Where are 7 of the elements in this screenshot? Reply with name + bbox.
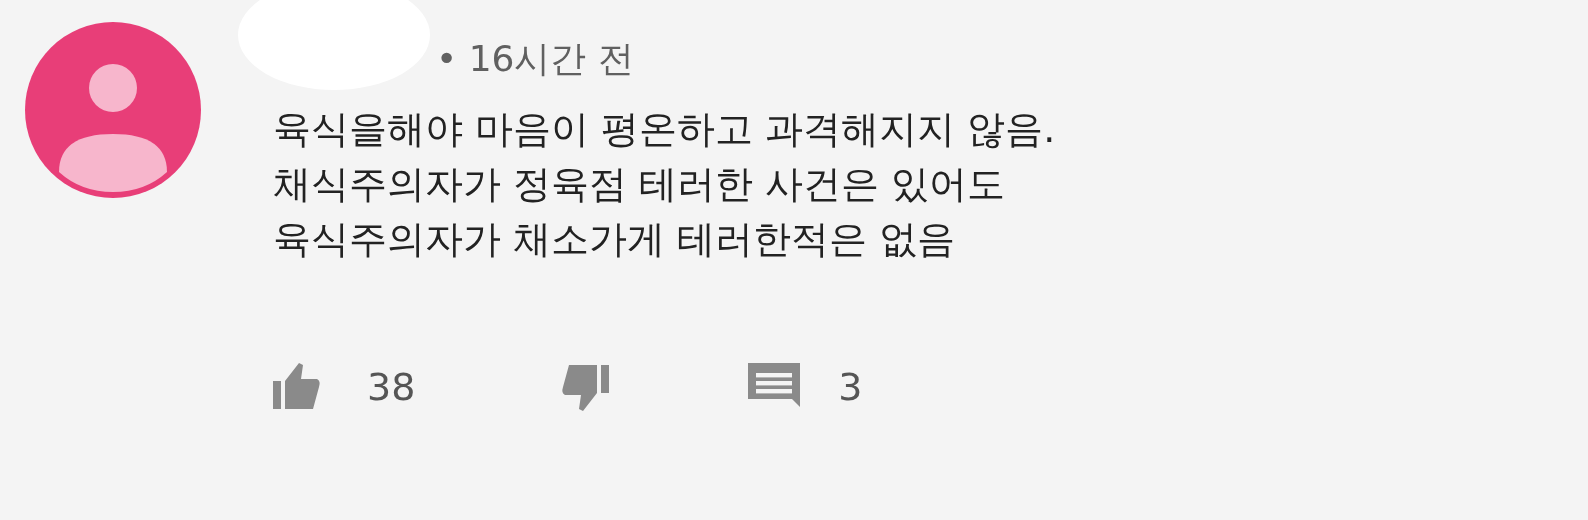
reply-count: 3 (838, 365, 863, 409)
comment-text: 채식주의자가 정육점 테러한 사건은 있어도 (273, 161, 1007, 208)
comment-time: • 16시간 전 (436, 36, 634, 81)
comment-text: 육식주의자가 채소가게 테러한적은 없음 (273, 216, 957, 263)
comment-text: 육식을해야 마음이 평온하고 과격해지지 않음. (273, 106, 1056, 153)
like-count: 38 (367, 365, 416, 409)
avatar-icon (25, 22, 201, 198)
